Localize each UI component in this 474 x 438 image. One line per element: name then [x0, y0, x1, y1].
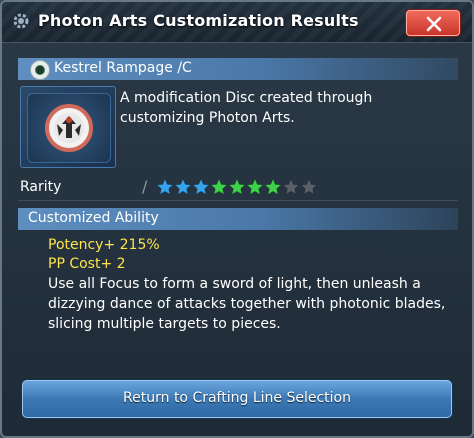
star-filled-icon: [228, 178, 246, 196]
star-empty-icon: [300, 178, 318, 196]
star-empty-icon: [282, 178, 300, 196]
close-button[interactable]: [406, 10, 460, 36]
star-filled-icon: [192, 178, 210, 196]
rarity-stars: [156, 178, 318, 198]
item-name: Kestrel Rampage /C: [54, 60, 192, 76]
rarity-row: Rarity /: [18, 176, 458, 201]
star-filled-icon: [264, 178, 282, 196]
item-thumbnail: [20, 86, 116, 168]
star-filled-icon: [210, 178, 228, 196]
star-filled-icon: [174, 178, 192, 196]
title-bar: Photon Arts Customization Results: [2, 2, 472, 43]
close-icon: [426, 16, 442, 32]
stat-potency: Potency+ 215%: [48, 237, 160, 253]
item-description: A modification Disc created through cust…: [120, 90, 373, 126]
return-to-crafting-button[interactable]: Return to Crafting Line Selection: [22, 380, 452, 418]
thumbnail-frame: [27, 93, 111, 163]
ability-details: Potency+ 215% PP Cost+ 2 Use all Focus t…: [48, 236, 448, 334]
gear-icon: [12, 12, 30, 30]
rarity-label: Rarity: [20, 179, 62, 195]
star-filled-icon: [156, 178, 174, 196]
results-window: Photon Arts Customization Results Kestre…: [0, 0, 474, 438]
section-title: Customized Ability: [28, 210, 159, 226]
disc-emblem-icon: [45, 104, 93, 152]
disc-icon: [30, 60, 50, 80]
stat-pp-cost: PP Cost+ 2: [48, 256, 126, 272]
customized-ability-header: Customized Ability: [18, 208, 458, 230]
window-title: Photon Arts Customization Results: [38, 11, 359, 30]
rarity-divider: /: [142, 177, 148, 196]
ability-description: Use all Focus to form a sword of light, …: [48, 276, 446, 332]
item-name-bar: Kestrel Rampage /C: [18, 58, 458, 80]
return-button-label: Return to Crafting Line Selection: [123, 390, 351, 406]
star-filled-icon: [246, 178, 264, 196]
